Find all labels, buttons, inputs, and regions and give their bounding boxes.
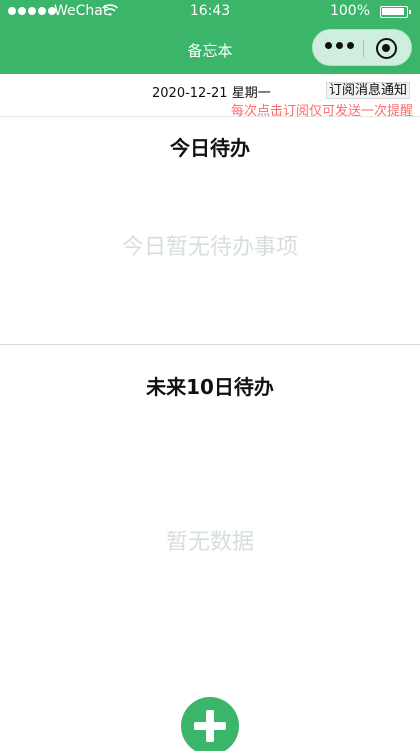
- mini-program-capsule: [312, 29, 412, 66]
- future-empty-text: 暂无数据: [165, 530, 254, 555]
- date-row: 2020-12-21 星期一 订阅消息通知 每次点击订阅仅可发送一次提醒: [0, 74, 420, 119]
- date-value: 2020-12-21: [152, 86, 228, 101]
- more-dots-icon[interactable]: [325, 42, 354, 49]
- today-section-title: 今日待办: [170, 136, 250, 160]
- battery-icon: [380, 6, 411, 18]
- battery-percent: 100%: [329, 3, 370, 19]
- subscribe-hint: 每次点击订阅仅可发送一次提醒: [231, 104, 414, 119]
- status-bar: WeChat 16:43 100%: [0, 0, 420, 25]
- add-button[interactable]: [181, 697, 239, 751]
- capsule-divider: [363, 40, 364, 57]
- top-bar: WeChat 16:43 100% 备忘本: [0, 0, 420, 74]
- target-icon[interactable]: [376, 38, 397, 59]
- section-divider: [0, 344, 420, 345]
- subscribe-button[interactable]: 订阅消息通知: [326, 82, 411, 99]
- weekday-value: 星期一: [231, 86, 271, 101]
- current-date: 2020-12-21 星期一: [152, 82, 271, 101]
- future-section-title: 未来10日待办: [146, 375, 274, 399]
- today-empty-text: 今日暂无待办事项: [121, 235, 298, 260]
